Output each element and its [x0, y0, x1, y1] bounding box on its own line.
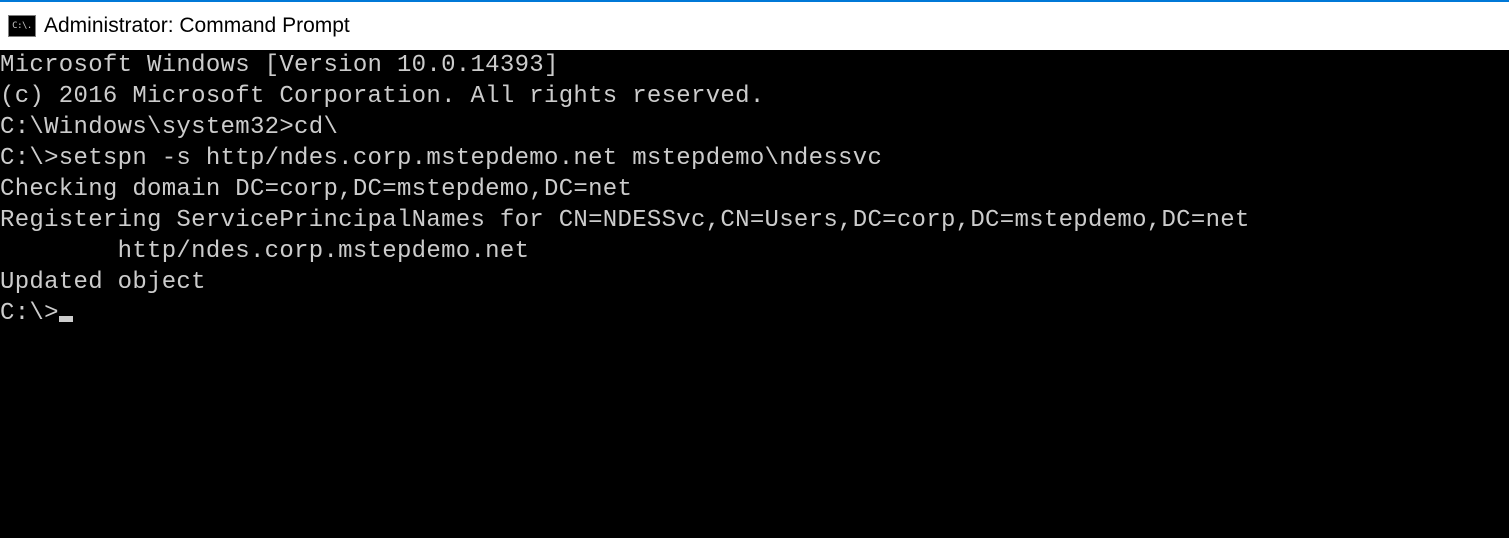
command-prompt-icon: C:\. [8, 15, 36, 37]
terminal-line: (c) 2016 Microsoft Corporation. All righ… [0, 81, 1509, 112]
terminal-line: Checking domain DC=corp,DC=mstepdemo,DC=… [0, 174, 1509, 205]
terminal-line: Updated object [0, 267, 1509, 298]
terminal-line: Registering ServicePrincipalNames for CN… [0, 205, 1509, 236]
terminal-line: Microsoft Windows [Version 10.0.14393] [0, 50, 1509, 81]
terminal-line: http/ndes.corp.mstepdemo.net [0, 236, 1509, 267]
window-title: Administrator: Command Prompt [44, 14, 350, 38]
terminal-line: C:\Windows\system32>cd\ [0, 112, 1509, 143]
command-prompt-window: C:\. Administrator: Command Prompt Micro… [0, 0, 1509, 538]
terminal-line: C:\>setspn -s http/ndes.corp.mstepdemo.n… [0, 143, 1509, 174]
titlebar[interactable]: C:\. Administrator: Command Prompt [0, 2, 1509, 50]
cursor [59, 316, 73, 322]
terminal-line: C:\> [0, 298, 1509, 329]
terminal-output[interactable]: Microsoft Windows [Version 10.0.14393](c… [0, 50, 1509, 538]
